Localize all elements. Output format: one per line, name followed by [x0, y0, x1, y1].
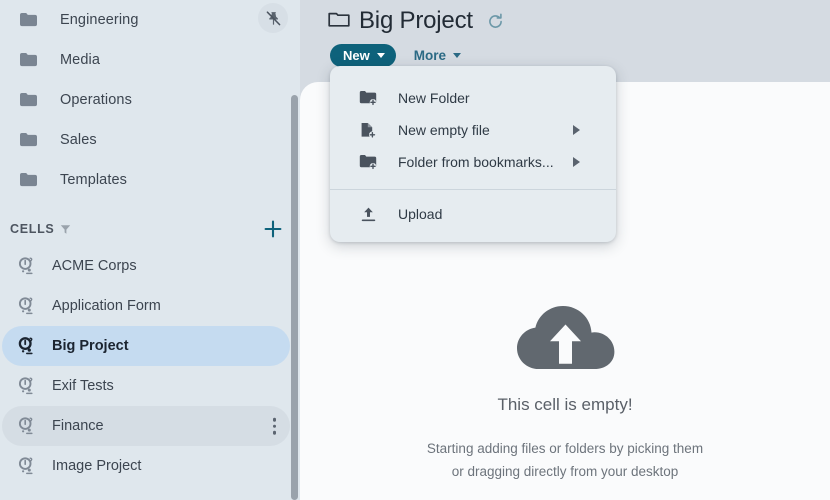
sidebar-cell-big-project[interactable]: Big Project — [2, 326, 290, 366]
add-cell-button[interactable] — [262, 218, 284, 240]
sidebar-cell-finance[interactable]: Finance — [2, 406, 290, 446]
filter-funnel-icon[interactable] — [60, 224, 71, 235]
sidebar-cell-label: ACME Corps — [52, 258, 137, 274]
menu-divider — [330, 189, 616, 190]
menu-item-label: Folder from bookmarks... — [398, 154, 554, 170]
new-folder-icon — [358, 88, 378, 108]
sidebar-cell-label: Image Project — [52, 458, 142, 474]
sidebar-item-templates[interactable]: Templates — [0, 160, 290, 200]
new-button-label: New — [343, 48, 370, 63]
sidebar-cell-exif-tests[interactable]: Exif Tests — [2, 366, 290, 406]
more-options-icon[interactable] — [272, 417, 276, 435]
cloud-upload-icon — [512, 300, 619, 377]
sidebar-item-label: Sales — [60, 132, 97, 148]
sidebar: Engineering Media Operations Sales Templ… — [0, 0, 300, 500]
cell-icon — [14, 253, 40, 279]
cell-icon — [14, 373, 40, 399]
submenu-arrow-icon — [573, 125, 580, 135]
app-window: Engineering Media Operations Sales Templ… — [0, 0, 830, 500]
folder-icon — [16, 8, 40, 32]
menu-item-upload[interactable]: Upload — [330, 198, 616, 230]
sidebar-item-label: Operations — [60, 92, 132, 108]
cell-icon — [14, 293, 40, 319]
folder-outline-icon — [328, 10, 350, 33]
upload-icon — [358, 204, 378, 224]
menu-item-label: New Folder — [398, 90, 470, 106]
sidebar-cell-image-project[interactable]: Image Project — [2, 446, 290, 486]
caret-down-icon — [453, 53, 461, 58]
empty-state-line-1: Starting adding files or folders by pick… — [426, 441, 704, 456]
menu-item-folder-from-bookmarks[interactable]: Folder from bookmarks... — [330, 146, 616, 178]
sidebar-item-media[interactable]: Media — [0, 40, 290, 80]
sidebar-cell-acme-corps[interactable]: ACME Corps — [2, 246, 290, 286]
sidebar-folder-list: Engineering Media Operations Sales Templ… — [0, 0, 300, 486]
empty-state: This cell is empty! Starting adding file… — [300, 300, 830, 483]
pin-off-icon[interactable] — [258, 3, 288, 33]
refresh-icon[interactable] — [487, 13, 504, 30]
sidebar-cell-label: Big Project — [52, 338, 129, 354]
folder-icon — [16, 128, 40, 152]
cells-section-title: CELLS — [10, 222, 55, 236]
folder-bookmark-icon — [358, 152, 378, 172]
sidebar-item-sales[interactable]: Sales — [0, 120, 290, 160]
sidebar-item-label: Templates — [60, 172, 127, 188]
new-dropdown-menu: New Folder New empty file Folder from bo… — [330, 66, 616, 242]
empty-state-line-2: or dragging directly from your desktop — [451, 464, 679, 479]
toolbar: New More — [330, 44, 465, 67]
new-file-icon — [358, 120, 378, 140]
sidebar-item-operations[interactable]: Operations — [0, 80, 290, 120]
sidebar-scrollbar[interactable] — [291, 95, 298, 500]
sidebar-cell-label: Finance — [52, 418, 104, 434]
cell-icon — [14, 333, 40, 359]
menu-item-label: Upload — [398, 206, 443, 222]
sidebar-cell-label: Exif Tests — [52, 378, 114, 394]
more-button-label: More — [413, 48, 446, 63]
page-title: Big Project — [359, 7, 473, 34]
sidebar-cell-application-form[interactable]: Application Form — [2, 286, 290, 326]
menu-item-new-folder[interactable]: New Folder — [330, 82, 616, 114]
breadcrumb: Big Project — [328, 7, 504, 35]
caret-down-icon — [376, 53, 385, 58]
sidebar-cell-label: Application Form — [52, 298, 161, 314]
menu-item-new-empty-file[interactable]: New empty file — [330, 114, 616, 146]
folder-icon — [16, 88, 40, 112]
sidebar-item-label: Media — [60, 52, 100, 68]
sidebar-item-label: Engineering — [60, 12, 139, 28]
submenu-arrow-icon — [573, 157, 580, 167]
empty-state-description: Starting adding files or folders by pick… — [427, 437, 703, 483]
new-button[interactable]: New — [330, 44, 396, 67]
sidebar-item-engineering[interactable]: Engineering — [0, 0, 290, 40]
cells-section-header: CELLS — [0, 212, 300, 246]
folder-icon — [16, 48, 40, 72]
cell-icon — [14, 453, 40, 479]
menu-item-label: New empty file — [398, 122, 490, 138]
cell-icon — [14, 413, 40, 439]
folder-icon — [16, 168, 40, 192]
more-button[interactable]: More — [410, 48, 465, 63]
empty-state-title: This cell is empty! — [497, 395, 633, 414]
